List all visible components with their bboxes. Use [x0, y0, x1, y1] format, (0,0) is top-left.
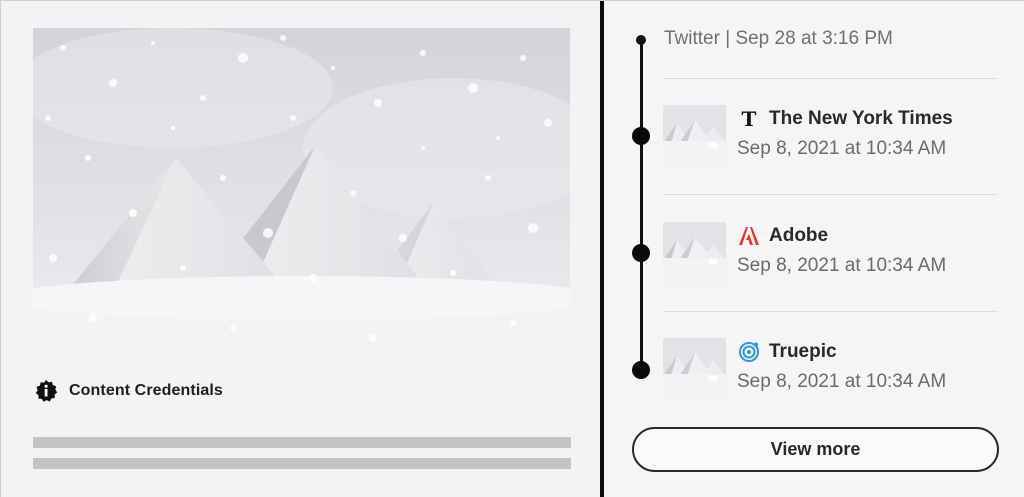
- timeline-dot: [632, 361, 650, 379]
- timeline-dot: [632, 244, 650, 262]
- adobe-logo-icon: [738, 225, 760, 247]
- entry-thumbnail: [663, 338, 726, 401]
- entry-separator: [663, 311, 998, 312]
- content-card: Content Credentials: [1, 1, 601, 497]
- content-credentials-label: Content Credentials: [69, 382, 223, 399]
- timeline-dot: [632, 127, 650, 145]
- placeholder-bar: [33, 458, 571, 469]
- entry-date: Sep 8, 2021 at 10:34 AM: [737, 138, 947, 159]
- history-entry-truepic[interactable]: Truepic Sep 8, 2021 at 10:34 AM: [663, 338, 1003, 404]
- view-more-button[interactable]: View more: [632, 427, 999, 472]
- twitter-entry[interactable]: Twitter | Sep 28 at 3:16 PM: [664, 28, 893, 50]
- entry-separator: [663, 194, 998, 195]
- placeholder-bar: [33, 437, 571, 448]
- entry-source: Truepic: [769, 341, 837, 362]
- entry-thumbnail: [663, 105, 726, 168]
- entry-date: Sep 8, 2021 at 10:34 AM: [737, 371, 947, 392]
- history-entry-nyt[interactable]: T The New York Times Sep 8, 2021 at 10:3…: [663, 105, 1003, 171]
- svg-text:T: T: [742, 108, 757, 130]
- history-panel: Twitter | Sep 28 at 3:16 PM T The New Yo…: [604, 1, 1024, 497]
- nyt-logo-icon: T: [738, 108, 760, 130]
- info-badge-icon: [34, 379, 58, 403]
- timeline-dot-start: [636, 35, 646, 45]
- entry-source: The New York Times: [769, 108, 953, 129]
- main-photo[interactable]: [33, 28, 570, 366]
- content-credentials-row[interactable]: Content Credentials: [34, 377, 223, 405]
- entry-separator: [663, 78, 998, 79]
- entry-date: Sep 8, 2021 at 10:34 AM: [737, 255, 947, 276]
- entry-thumbnail: [663, 222, 726, 285]
- history-entry-adobe[interactable]: Adobe Sep 8, 2021 at 10:34 AM: [663, 222, 1003, 288]
- entry-source: Adobe: [769, 225, 829, 246]
- timeline-line: [640, 39, 643, 370]
- app-frame: Content Credentials Twitter | Sep 28 at …: [0, 0, 1024, 497]
- truepic-logo-icon: [738, 341, 760, 363]
